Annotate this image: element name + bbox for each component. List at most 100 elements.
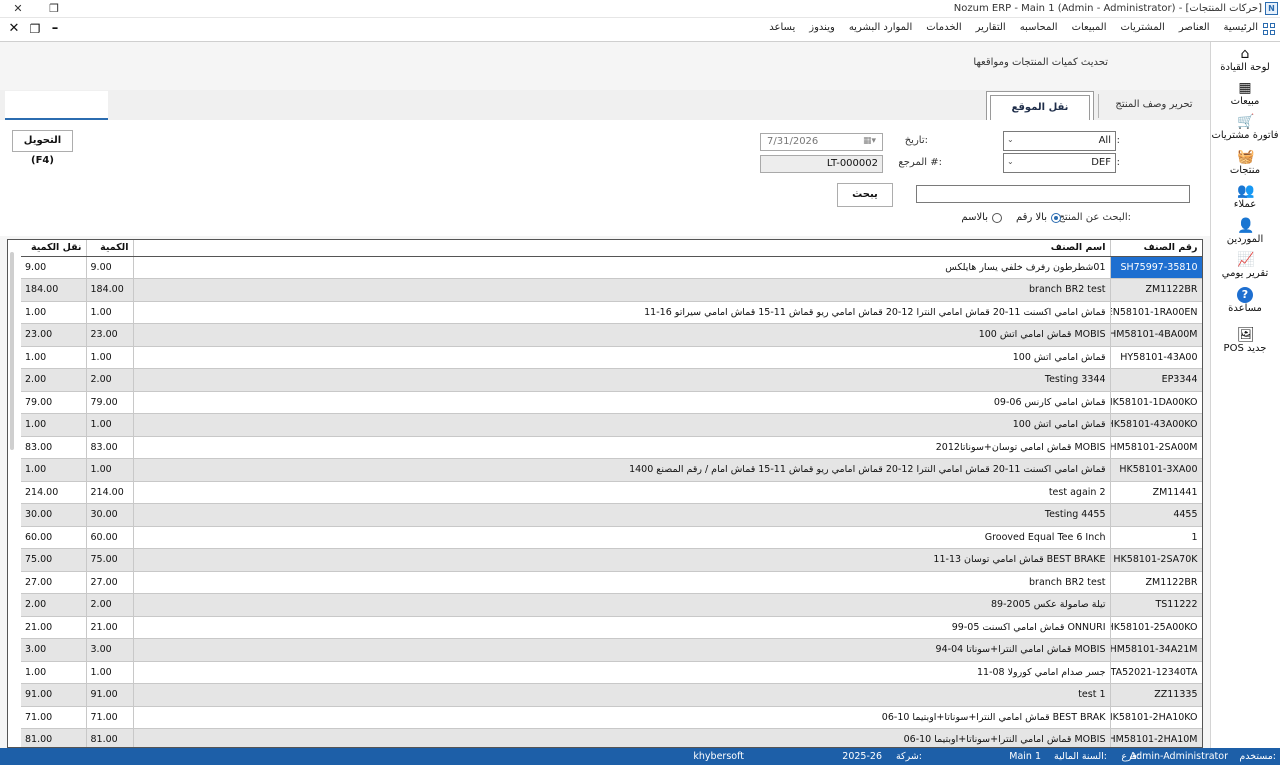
cell-move-qty[interactable]: 1.00 (21, 346, 87, 369)
cart-icon: 🛒 (1237, 114, 1255, 130)
table-row[interactable]: HM58101-2HA10M MOBIS قماش امامي النترا+سو… (21, 728, 1202, 747)
mdi-minimize-button[interactable]: – (47, 21, 63, 37)
cell-move-qty[interactable]: 1.00 (21, 661, 87, 684)
table-row[interactable]: HK58101-25A00KO ONNURI قماش امامي اكسنت 0… (21, 616, 1202, 639)
reference-field: LT-000002 (760, 155, 883, 173)
search-by-number-radio[interactable]: بالا رقم (1016, 212, 1061, 223)
cell-move-qty[interactable]: 1.00 (21, 413, 87, 437)
menu-item-services[interactable]: الخدمات (926, 22, 961, 33)
cell-move-qty[interactable]: 21.00 (21, 616, 87, 639)
menu-item-help[interactable]: يساعد (769, 22, 795, 33)
column-header-name[interactable]: اسم الصنف (133, 240, 1111, 257)
sidebar-item-pos[interactable]: 🖼 POS جديد (1210, 327, 1280, 359)
table-row[interactable]: 4455 Testing 4455 30.00 30.00 (21, 503, 1202, 527)
calendar-icon[interactable]: ▦▾ (863, 136, 876, 146)
cell-qty: 214.00 (86, 481, 134, 504)
cell-move-qty[interactable]: 3.00 (21, 638, 87, 662)
menu-item-accounting[interactable]: المحاسبه (1020, 22, 1058, 33)
table-row[interactable]: HK58101-1DA00KO قماش امامي كارنس 06-09 79.… (21, 391, 1202, 414)
tab-divider (1098, 94, 1099, 118)
table-row[interactable]: TS11222 تيلة صامولة عكس 2005-89 2.00 2.00 (21, 593, 1202, 617)
cell-move-qty[interactable]: 60.00 (21, 526, 87, 549)
window-restore-button[interactable]: ❐ (46, 1, 62, 17)
table-row[interactable]: HM58101-2SA00M MOBIS قماش امامي توسان+سون… (21, 436, 1202, 459)
cell-move-qty[interactable]: 79.00 (21, 391, 87, 414)
status-bar: مستخدم: Admin-Administrator فرع: Main 1 … (0, 748, 1280, 765)
cell-name: قماش امامي اتش 100 (133, 346, 1111, 369)
menu-item-hr[interactable]: الموارد البشريه (849, 22, 912, 33)
window-close-button[interactable]: ✕ (10, 1, 26, 17)
table-row[interactable]: HK58101-43A00KO قماش امامي اتش 100 1.00 1.0… (21, 413, 1202, 437)
table-row[interactable]: HK58101-3XA00 قماش امامي اكسنت 11-20 قماش… (21, 458, 1202, 482)
cell-move-qty[interactable]: 23.00 (21, 323, 87, 347)
cell-move-qty[interactable]: 71.00 (21, 706, 87, 729)
table-row[interactable]: EN58101-1RA00EN قماش امامي اكسنت 11-20 قم… (21, 301, 1202, 324)
sidebar-item-chart[interactable]: 📈 تقرير يومي (1210, 252, 1280, 284)
transfer-button[interactable]: التحويل (F4) (12, 130, 73, 166)
sidebar-item-calculator[interactable]: ▦ مبيعات (1210, 80, 1280, 112)
sidebar-item-customers[interactable]: 👥 عملاء (1210, 183, 1280, 215)
menu-item-purchases[interactable]: المشتريات (1121, 22, 1165, 33)
search-by-name-radio[interactable]: بالاسم (961, 212, 1002, 223)
sidebar-item-basket[interactable]: 🧺 منتجات (1210, 149, 1280, 181)
tab-edit-description[interactable]: تحرير وصف المنتج (1104, 91, 1204, 120)
column-header-move-qty[interactable]: نقل الكمية (21, 240, 87, 257)
cell-move-qty[interactable]: 1.00 (21, 458, 87, 482)
cell-move-qty[interactable]: 81.00 (21, 728, 87, 747)
table-row[interactable]: ZM11441 test again 2 214.00 214.00 (21, 481, 1202, 504)
table-row[interactable]: HM58101-4BA00M MOBIS قماش امامي اتش 100 23… (21, 323, 1202, 347)
menu-item-windows[interactable]: ويندوز (809, 22, 835, 33)
column-header-code[interactable]: رقم الصنف (1110, 240, 1202, 257)
search-button[interactable]: يبحث (837, 183, 893, 207)
table-row[interactable]: EP3344 Testing 3344 2.00 2.00 (21, 368, 1202, 392)
status-branch-value: Main 1 (1009, 751, 1041, 762)
table-row[interactable]: HM58101-34A21M MOBIS قماش امامي النترا+سو… (21, 638, 1202, 662)
grid-scrollbar[interactable] (10, 252, 14, 450)
table-row[interactable]: ZM1122BR branch BR2 test 27.00 27.00 (21, 571, 1202, 594)
from-location-select[interactable]: All ⌄ (1003, 131, 1116, 151)
cell-move-qty[interactable]: 30.00 (21, 503, 87, 527)
cell-move-qty[interactable]: 75.00 (21, 548, 87, 572)
tab-blank[interactable] (5, 91, 108, 120)
table-row[interactable]: SH75997-35810 01شطرطون رفرف خلفي يسار هاي… (21, 256, 1202, 279)
sidebar-item-help[interactable]: ? مساعدة (1210, 287, 1280, 319)
menu-item-reports[interactable]: التقارير (976, 22, 1006, 33)
table-row[interactable]: TA52021-12340TA جسر صدام امامي كورولا 08-… (21, 661, 1202, 684)
cell-move-qty[interactable]: 27.00 (21, 571, 87, 594)
cell-name: MOBIS قماش امامي النترا+سوناتا+اوبتيما 1… (133, 728, 1111, 747)
table-row[interactable]: ZZ11335 test 1 91.00 91.00 (21, 683, 1202, 707)
cell-move-qty[interactable]: 1.00 (21, 301, 87, 324)
cell-move-qty[interactable]: 2.00 (21, 593, 87, 617)
table-row[interactable]: ZM1122BR branch BR2 test 184.00 184.00 (21, 278, 1202, 302)
table-row[interactable]: HY58101-43A00 قماش امامي اتش 100 1.00 1.00 (21, 346, 1202, 369)
transfer-form: التحويل (F4) من الموقع: All ⌄ إلى الموقع… (0, 120, 1210, 236)
cell-move-qty[interactable]: 2.00 (21, 368, 87, 392)
cell-move-qty[interactable]: 184.00 (21, 278, 87, 302)
cell-code: HM58101-34A21M (1110, 638, 1202, 662)
mdi-close-button[interactable]: ✕ (6, 21, 22, 37)
table-row[interactable]: 1 Grooved Equal Tee 6 Inch 60.00 60.00 (21, 526, 1202, 549)
menu-item-home[interactable]: الرئيسية (1224, 22, 1258, 33)
tab-location-transfer[interactable]: نقل الموقع (986, 91, 1094, 120)
cell-qty: 79.00 (86, 391, 134, 414)
menu-item-sales[interactable]: المبيعات (1072, 22, 1107, 33)
date-field[interactable]: 7/31/2026 ▦▾ (760, 133, 883, 151)
cell-move-qty[interactable]: 91.00 (21, 683, 87, 707)
sidebar-item-label: مساعدة (1228, 303, 1262, 314)
column-header-qty[interactable]: الكمية (86, 240, 134, 257)
to-location-select[interactable]: DEF ⌄ (1003, 153, 1116, 173)
cell-move-qty[interactable]: 214.00 (21, 481, 87, 504)
table-row[interactable]: HK58101-2HA10KO BEST BRAK قماش امامي النت… (21, 706, 1202, 729)
mdi-restore-button[interactable]: ❐ (27, 21, 43, 37)
basket-icon: 🧺 (1237, 149, 1255, 165)
cell-qty: 23.00 (86, 323, 134, 347)
sidebar-item-supplier[interactable]: 👤 الموردين (1210, 218, 1280, 250)
cell-move-qty[interactable]: 83.00 (21, 436, 87, 459)
product-search-input[interactable] (916, 185, 1190, 203)
table-row[interactable]: HK58101-2SA70K BEST BRAKE قماش امامي توسا… (21, 548, 1202, 572)
menu-item-items[interactable]: العناصر (1179, 22, 1210, 33)
cell-code: ZM11441 (1110, 481, 1202, 504)
sidebar-item-home[interactable]: ⌂ لوحة القيادة (1210, 46, 1280, 78)
sidebar-item-cart[interactable]: 🛒 فاتورة مشتريات (1210, 114, 1280, 146)
cell-move-qty[interactable]: 9.00 (21, 256, 87, 279)
